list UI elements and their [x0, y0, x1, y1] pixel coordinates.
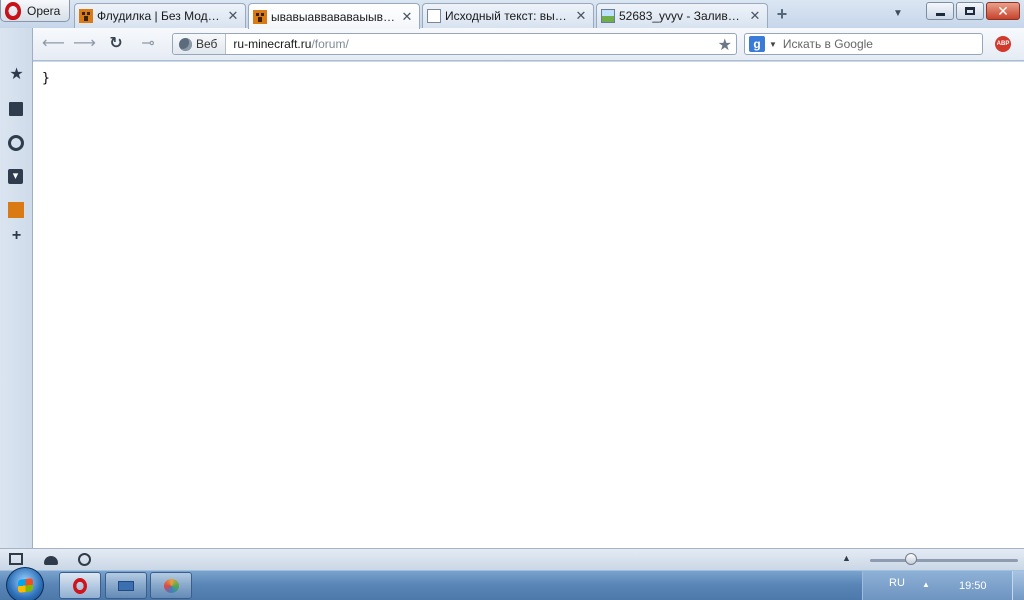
opera-menu-button[interactable]: Opera	[0, 0, 70, 22]
adblock-icon[interactable]: ABP	[995, 36, 1011, 52]
minimize-button[interactable]	[926, 2, 954, 20]
zoom-slider-handle[interactable]	[905, 553, 918, 565]
history-clock-icon[interactable]	[8, 135, 24, 151]
chevron-down-icon[interactable]: ▼	[769, 40, 777, 49]
back-button[interactable]: ⟵	[42, 34, 65, 54]
navigation-toolbar: ⟵ ⟶ ↻ ⊸ Веб ru-minecraft.ru/forum/ ★ g ▼…	[33, 28, 1024, 61]
downloads-icon[interactable]: ▾	[8, 169, 23, 184]
opera-menu-label: Opera	[27, 3, 61, 18]
search-placeholder: Искать в Google	[782, 37, 873, 51]
google-icon[interactable]: g	[749, 36, 765, 52]
taskbar-keyboard-button[interactable]	[105, 572, 147, 599]
windows-logo-icon	[18, 578, 33, 593]
tab-title: ывавыаввававаыывывы	[271, 9, 397, 24]
tab-fludilka[interactable]: Флудилка | Без Модер... ✕	[74, 3, 246, 28]
tab-current-page[interactable]: ывавыаввававаыывывы ✕	[248, 3, 420, 29]
image-icon	[601, 9, 615, 23]
document-icon	[427, 9, 441, 23]
add-panel-plus-icon[interactable]: +	[8, 227, 25, 244]
paint-palette-icon	[163, 578, 179, 593]
start-button[interactable]	[6, 567, 44, 600]
globe-icon	[179, 37, 192, 51]
turbo-gauge-icon[interactable]	[78, 553, 91, 566]
url-text[interactable]: ru-minecraft.ru/forum/	[233, 37, 348, 51]
web-badge[interactable]: Веб	[173, 34, 227, 54]
url-host: ru-minecraft.ru	[233, 37, 312, 51]
taskbar-opera-button[interactable]	[59, 572, 101, 599]
cloud-icon[interactable]	[44, 556, 58, 565]
windows-taskbar: RU ▲ 19:50	[0, 567, 1024, 600]
minimize-icon	[935, 12, 945, 16]
close-icon[interactable]: ✕	[227, 8, 239, 24]
triangle-up-icon[interactable]: ▲	[842, 553, 851, 563]
taskbar-paint-button[interactable]	[150, 572, 192, 599]
tab-image-upload[interactable]: 52683_yvyv - Заливка ... ✕	[596, 3, 768, 28]
close-window-icon: ✕	[997, 3, 1009, 19]
web-badge-label: Веб	[196, 37, 218, 51]
tab-title: Исходный текст: выав...	[445, 9, 571, 23]
bookmark-star-icon[interactable]: ★	[718, 35, 732, 55]
page-content: }	[33, 62, 1024, 548]
arrow-right-icon: ⟶	[73, 35, 96, 52]
close-icon[interactable]: ✕	[401, 9, 413, 25]
tab-title: 52683_yvyv - Заливка ...	[619, 9, 745, 23]
opera-logo-icon	[5, 1, 21, 20]
search-field[interactable]: g ▼ Искать в Google	[744, 33, 983, 55]
page-source-text: }	[42, 71, 50, 86]
creeper-icon	[79, 9, 93, 23]
tray-expand-icon[interactable]: ▲	[922, 580, 930, 589]
zoom-slider[interactable]	[870, 559, 1018, 562]
tab-title: Флудилка | Без Модер...	[97, 9, 223, 23]
close-icon[interactable]: ✕	[749, 8, 761, 24]
tab-list-chevron-icon[interactable]: ▼	[893, 8, 903, 19]
restore-button[interactable]	[956, 2, 984, 20]
side-panel: ★ ▾ +	[0, 28, 33, 548]
reload-button[interactable]: ↻	[105, 34, 127, 54]
system-tray: RU ▲ 19:50	[862, 571, 1012, 600]
clock[interactable]: 19:50	[959, 580, 987, 592]
status-bar: ▲	[0, 548, 1024, 570]
key-icon: ⊸	[141, 35, 155, 52]
restore-icon	[965, 7, 975, 15]
close-icon[interactable]: ✕	[575, 8, 587, 24]
language-indicator[interactable]: RU	[889, 577, 905, 589]
tab-bar: Opera Флудилка | Без Модер... ✕ ывавыавв…	[0, 0, 1024, 29]
creeper-icon	[253, 9, 267, 24]
bookmarks-star-icon[interactable]: ★	[8, 66, 25, 83]
forward-button[interactable]: ⟶	[73, 34, 96, 54]
new-tab-button[interactable]: +	[773, 5, 791, 24]
opera-logo-icon	[73, 577, 87, 594]
close-window-button[interactable]: ✕	[986, 2, 1020, 20]
panel-toggle-icon[interactable]	[9, 553, 23, 565]
creeper-icon[interactable]	[8, 202, 24, 218]
keyboard-icon	[118, 580, 134, 591]
address-field[interactable]: Веб ru-minecraft.ru/forum/ ★	[172, 33, 737, 55]
arrow-left-icon: ⟵	[42, 35, 65, 52]
notes-icon[interactable]	[9, 102, 23, 116]
tab-source-text[interactable]: Исходный текст: выав... ✕	[422, 3, 594, 28]
show-desktop-button[interactable]	[1012, 571, 1024, 600]
wand-button[interactable]: ⊸	[137, 34, 159, 54]
url-path: /forum/	[311, 37, 349, 51]
reload-icon: ↻	[109, 35, 123, 52]
